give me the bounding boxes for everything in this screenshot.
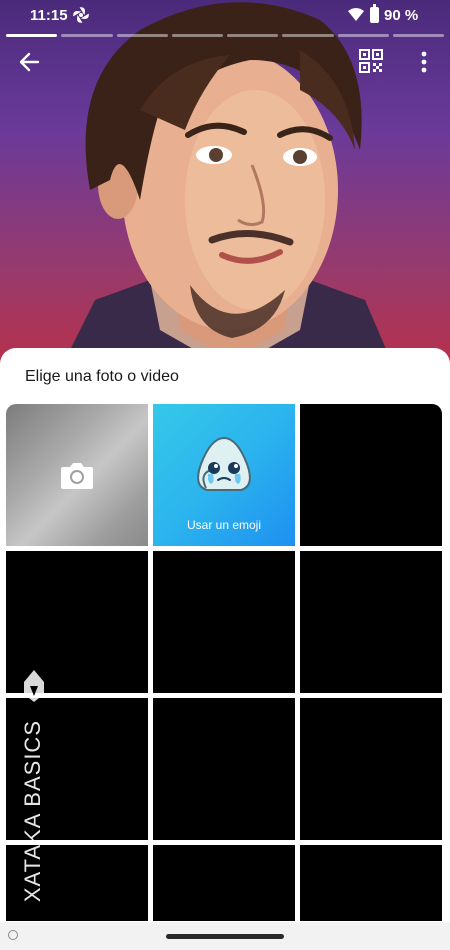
story-segment <box>61 34 113 37</box>
media-thumbnail[interactable] <box>153 551 295 693</box>
story-segment <box>227 34 279 37</box>
watermark: XATAKA BASICS <box>18 668 50 918</box>
story-segment <box>392 34 444 37</box>
media-thumbnail[interactable] <box>300 551 442 693</box>
home-gesture-handle[interactable] <box>166 934 284 939</box>
wifi-icon <box>348 8 364 21</box>
qr-code-icon[interactable] <box>358 48 384 74</box>
media-thumbnail[interactable] <box>300 404 442 546</box>
media-thumbnail[interactable] <box>300 698 442 840</box>
xataka-logo-icon <box>24 670 44 702</box>
media-picker-sheet: Elige una foto o video Usar un emoji <box>0 348 450 950</box>
use-emoji-label: Usar un emoji <box>186 518 262 532</box>
story-segment <box>6 34 58 37</box>
sheet-title: Elige una foto o video <box>25 368 179 385</box>
use-emoji-tile[interactable]: Usar un emoji <box>153 404 295 546</box>
fan-icon <box>73 7 89 23</box>
navigation-bar <box>0 922 450 950</box>
story-progress-bar <box>6 34 444 37</box>
media-grid: Usar un emoji <box>6 404 444 921</box>
battery-icon <box>370 4 379 23</box>
accessibility-icon[interactable] <box>8 930 18 940</box>
camera-icon <box>61 463 93 489</box>
story-segment <box>337 34 389 37</box>
media-thumbnail[interactable] <box>153 845 295 921</box>
back-arrow-icon[interactable] <box>16 48 44 76</box>
more-vert-icon[interactable] <box>412 48 436 76</box>
media-thumbnail[interactable] <box>300 845 442 921</box>
story-segment <box>282 34 334 37</box>
crying-emoji-icon <box>197 436 251 491</box>
watermark-text: XATAKA BASICS <box>20 720 45 903</box>
story-segment <box>116 34 168 37</box>
clock: 11:15 <box>30 7 68 24</box>
media-thumbnail[interactable] <box>153 698 295 840</box>
battery-percent: 90 % <box>384 7 419 24</box>
camera-tile[interactable] <box>6 404 148 546</box>
story-segment <box>171 34 223 37</box>
status-bar: 11:15 90 % <box>0 0 450 32</box>
